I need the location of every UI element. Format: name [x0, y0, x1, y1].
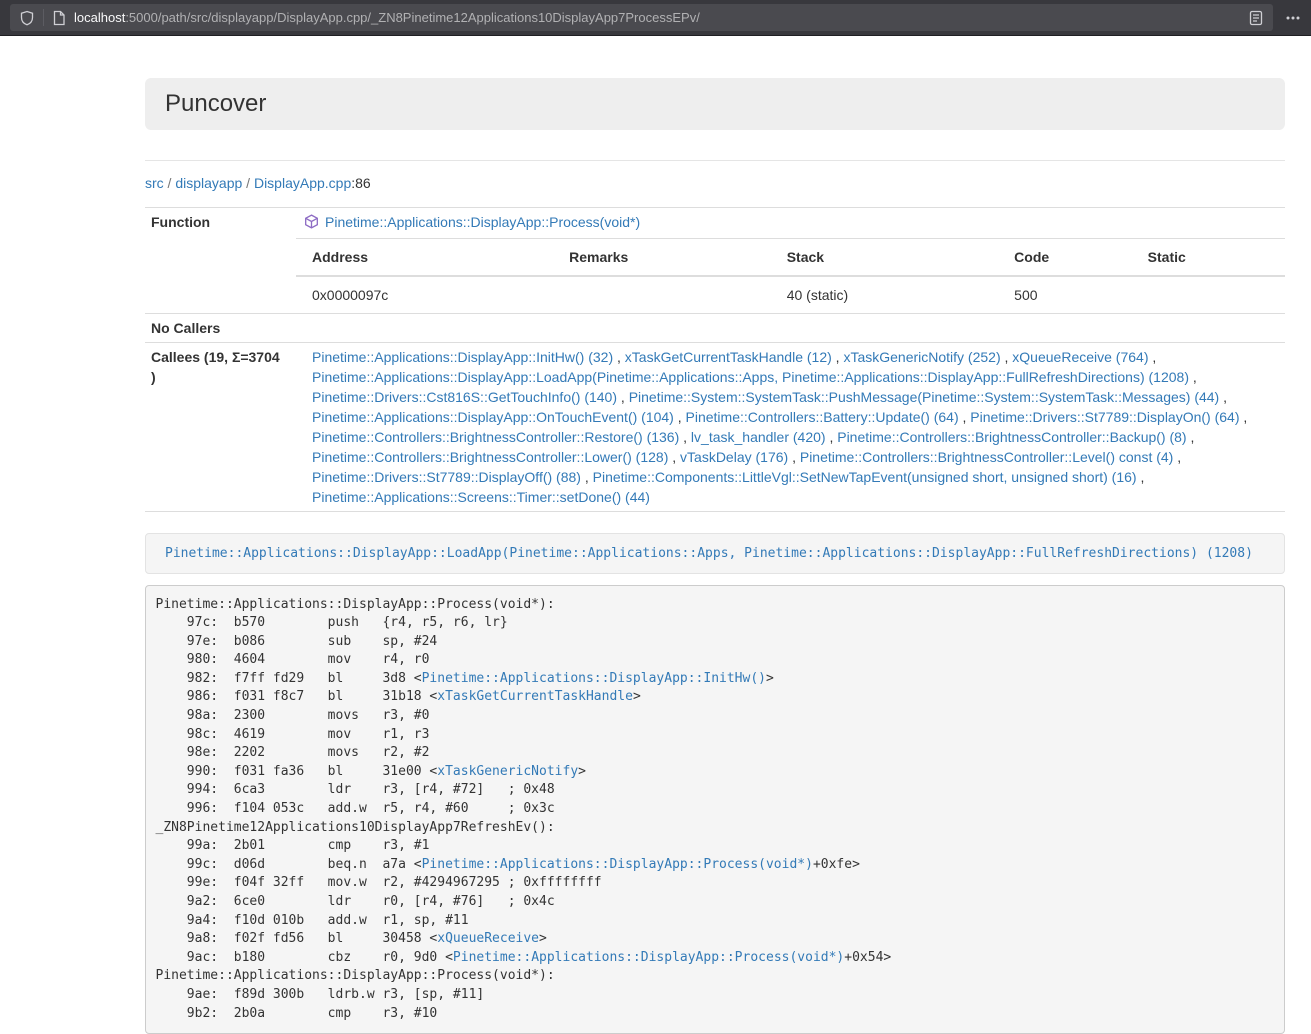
- asm-line: 9a8: f02f fd56 bl 30458 <xQueueReceive>: [156, 931, 547, 946]
- col-stack: Stack: [771, 239, 998, 276]
- table-row: Function Pinetime::Applications::Display…: [145, 208, 1285, 239]
- callee-link[interactable]: Pinetime::Controllers::BrightnessControl…: [800, 449, 1173, 465]
- url-host: localhost: [74, 10, 125, 25]
- function-table: Function Pinetime::Applications::Display…: [145, 207, 1285, 512]
- callee-link[interactable]: Pinetime::Controllers::BrightnessControl…: [837, 429, 1186, 445]
- asm-line: 9a2: 6ce0 ldr r0, [r4, #76] ; 0x4c: [156, 894, 555, 909]
- callee-link[interactable]: Pinetime::Controllers::BrightnessControl…: [312, 429, 679, 445]
- page-title: Puncover: [165, 91, 1265, 117]
- asm-line: 986: f031 f8c7 bl 31b18 <xTaskGetCurrent…: [156, 689, 641, 704]
- stack-value: 40 (static): [771, 276, 998, 313]
- asm-line: 99e: f04f 32ff mov.w r2, #4294967295 ; 0…: [156, 875, 602, 890]
- asm-line: 9ae: f89d 300b ldrb.w r3, [sp, #11]: [156, 987, 485, 1002]
- callee-link[interactable]: xTaskGenericNotify (252): [843, 349, 1000, 365]
- asm-line: 982: f7ff fd29 bl 3d8 <Pinetime::Applica…: [156, 671, 774, 686]
- table-row: No Callers: [145, 314, 1285, 343]
- breadcrumb-link[interactable]: DisplayApp.cpp: [254, 175, 351, 191]
- more-menu-icon[interactable]: [1285, 10, 1301, 26]
- callees-label: Callees (19, Σ=3704 ): [145, 343, 296, 512]
- asm-line: 996: f104 053c add.w r5, r4, #60 ; 0x3c: [156, 801, 555, 816]
- function-name-cell: Pinetime::Applications::DisplayApp::Proc…: [296, 208, 1285, 239]
- col-address: Address: [296, 239, 553, 276]
- asm-line: 98a: 2300 movs r3, #0: [156, 708, 430, 723]
- table-row: Callees (19, Σ=3704 ) Pinetime::Applicat…: [145, 343, 1285, 512]
- callees-list: Pinetime::Applications::DisplayApp::Init…: [296, 343, 1285, 512]
- callee-link[interactable]: Pinetime::Drivers::St7789::DisplayOff() …: [312, 469, 581, 485]
- divider: [145, 160, 1285, 161]
- asm-line: Pinetime::Applications::DisplayApp::Proc…: [156, 597, 555, 612]
- asm-line: 990: f031 fa36 bl 31e00 <xTaskGenericNot…: [156, 764, 586, 779]
- package-icon: [304, 214, 319, 234]
- asm-symbol-link[interactable]: xTaskGenericNotify: [437, 764, 578, 779]
- callee-link[interactable]: xTaskGetCurrentTaskHandle (12): [625, 349, 832, 365]
- asm-line: 980: 4604 mov r4, r0: [156, 652, 430, 667]
- asm-symbol-link[interactable]: Pinetime::Applications::DisplayApp::Proc…: [422, 857, 813, 872]
- asm-line: 99a: 2b01 cmp r3, #1: [156, 838, 430, 853]
- shield-icon[interactable]: [19, 10, 35, 26]
- table-row: Address Remarks Stack Code Static 0x0000…: [145, 239, 1285, 314]
- breadcrumb-link[interactable]: src: [145, 175, 164, 191]
- page-icon[interactable]: [52, 10, 66, 26]
- callee-link[interactable]: Pinetime::Controllers::Battery::Update()…: [686, 409, 959, 425]
- breadcrumb: src / displayapp / DisplayApp.cpp:86: [145, 173, 1285, 193]
- col-code: Code: [998, 239, 1132, 276]
- asm-symbol-link[interactable]: xQueueReceive: [437, 931, 539, 946]
- function-stats-table: Address Remarks Stack Code Static 0x0000…: [296, 239, 1285, 313]
- url-text[interactable]: localhost:5000/path/src/displayapp/Displ…: [74, 10, 1248, 25]
- callee-link[interactable]: xQueueReceive (764): [1012, 349, 1148, 365]
- page-container: Puncover src / displayapp / DisplayApp.c…: [145, 78, 1285, 1034]
- highlighted-symbol-link[interactable]: Pinetime::Applications::DisplayApp::Load…: [165, 546, 1253, 561]
- toolbar-divider: [43, 9, 44, 26]
- function-stats-cell: Address Remarks Stack Code Static 0x0000…: [296, 239, 1285, 314]
- asm-line: 9b2: 2b0a cmp r3, #10: [156, 1006, 438, 1021]
- breadcrumb-separator: /: [242, 175, 254, 191]
- callee-link[interactable]: lv_task_handler (420): [691, 429, 826, 445]
- callee-link[interactable]: Pinetime::Drivers::Cst816S::GetTouchInfo…: [312, 389, 617, 405]
- stats-value-row: 0x0000097c 40 (static) 500: [296, 276, 1285, 313]
- callee-link[interactable]: Pinetime::Applications::DisplayApp::Load…: [312, 369, 1189, 385]
- code-value: 500: [998, 276, 1132, 313]
- breadcrumb-link[interactable]: displayapp: [175, 175, 242, 191]
- asm-symbol-link[interactable]: Pinetime::Applications::DisplayApp::Init…: [422, 671, 766, 686]
- remarks-value: [553, 276, 771, 313]
- callee-link[interactable]: Pinetime::Controllers::BrightnessControl…: [312, 449, 668, 465]
- asm-symbol-link[interactable]: xTaskGetCurrentTaskHandle: [437, 689, 633, 704]
- url-path: :5000/path/src/displayapp/DisplayApp.cpp…: [125, 10, 700, 25]
- callee-link[interactable]: vTaskDelay (176): [680, 449, 788, 465]
- col-remarks: Remarks: [553, 239, 771, 276]
- url-bar[interactable]: localhost:5000/path/src/displayapp/Displ…: [10, 4, 1273, 31]
- asm-line: 994: 6ca3 ldr r3, [r4, #72] ; 0x48: [156, 782, 555, 797]
- no-callers-label: No Callers: [145, 314, 296, 343]
- asm-line: _ZN8Pinetime12Applications10DisplayApp7R…: [156, 820, 555, 835]
- callee-link[interactable]: Pinetime::Applications::DisplayApp::Init…: [312, 349, 613, 365]
- address-value: 0x0000097c: [296, 276, 553, 313]
- callee-link[interactable]: Pinetime::System::SystemTask::PushMessag…: [629, 389, 1220, 405]
- callee-link[interactable]: Pinetime::Drivers::St7789::DisplayOn() (…: [970, 409, 1239, 425]
- callers-cell: [296, 314, 1285, 343]
- callee-link[interactable]: Pinetime::Components::LittleVgl::SetNewT…: [593, 469, 1137, 485]
- callee-link[interactable]: Pinetime::Applications::Screens::Timer::…: [312, 489, 650, 505]
- asm-line: 98c: 4619 mov r1, r3: [156, 727, 430, 742]
- highlighted-symbol-panel: Pinetime::Applications::DisplayApp::Load…: [145, 533, 1285, 574]
- breadcrumb-separator: /: [164, 175, 176, 191]
- reader-mode-icon[interactable]: [1248, 10, 1264, 26]
- col-static: Static: [1132, 239, 1285, 276]
- function-name-link[interactable]: Pinetime::Applications::DisplayApp::Proc…: [325, 214, 640, 230]
- asm-line: 97e: b086 sub sp, #24: [156, 634, 438, 649]
- app-header: Puncover: [145, 78, 1285, 130]
- stats-header-row: Address Remarks Stack Code Static: [296, 239, 1285, 276]
- asm-symbol-link[interactable]: Pinetime::Applications::DisplayApp::Proc…: [453, 950, 844, 965]
- asm-line: 97c: b570 push {r4, r5, r6, lr}: [156, 615, 508, 630]
- browser-toolbar: localhost:5000/path/src/displayapp/Displ…: [0, 0, 1311, 36]
- static-value: [1132, 276, 1285, 313]
- callee-link[interactable]: Pinetime::Applications::DisplayApp::OnTo…: [312, 409, 674, 425]
- asm-line: Pinetime::Applications::DisplayApp::Proc…: [156, 968, 555, 983]
- function-label: Function: [145, 208, 296, 314]
- asm-line: 9a4: f10d 010b add.w r1, sp, #11: [156, 913, 469, 928]
- asm-line: 99c: d06d beq.n a7a <Pinetime::Applicati…: [156, 857, 860, 872]
- asm-line: 9ac: b180 cbz r0, 9d0 <Pinetime::Applica…: [156, 950, 892, 965]
- breadcrumb-line-number: :86: [351, 175, 370, 191]
- disassembly-code: Pinetime::Applications::DisplayApp::Proc…: [145, 585, 1285, 1034]
- asm-line: 98e: 2202 movs r2, #2: [156, 745, 430, 760]
